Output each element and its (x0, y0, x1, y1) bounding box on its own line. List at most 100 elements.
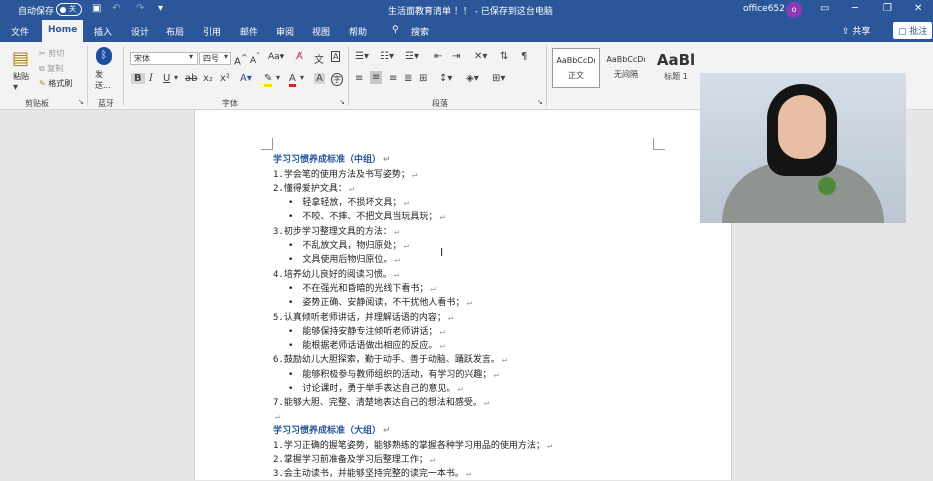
highlight-color-icon[interactable]: ✎ (264, 73, 273, 87)
paragraph-line[interactable]: 2.掌握学习前准备及学习后整理工作； ↵ (273, 453, 435, 467)
bullet-item[interactable]: 轻拿轻放，不损坏文具；↵ (288, 196, 408, 210)
bullet-item[interactable]: 能够积极参与教师组织的活动，有学习的兴趣；↵ (288, 368, 498, 382)
increase-indent-icon[interactable]: ⇥ (452, 51, 460, 62)
character-border-icon[interactable]: A (331, 51, 341, 62)
tab-file[interactable]: 文件 (11, 25, 29, 38)
chinese-layout-icon[interactable]: ✕▾ (474, 51, 487, 62)
borders-icon[interactable]: ⊞▾ (492, 73, 505, 84)
section-heading[interactable]: 学习习惯养成标准（大组） ↵ (273, 424, 391, 438)
align-right-icon[interactable]: ≡ (389, 73, 397, 84)
cut-button[interactable]: ✂ 剪切 (39, 48, 64, 59)
bullet-item[interactable]: 能够保持安静专注倾听老师讲话；↵ (288, 325, 444, 339)
tab-layout[interactable]: 布局 (166, 25, 184, 38)
tab-home[interactable]: Home (42, 20, 84, 42)
tab-design[interactable]: 设计 (131, 25, 149, 38)
grow-font-icon[interactable]: A^ (234, 52, 248, 67)
bullet-item[interactable]: 不乱放文具，物归原处；↵ (288, 239, 408, 253)
restore-icon[interactable]: ❐ (883, 3, 892, 14)
paragraph-line[interactable]: 3.会主动读书，并能够坚持完整的读完一本书。 ↵ (273, 467, 471, 481)
style-no-spacing[interactable]: AaBbCcDı 无间隔 (602, 48, 650, 88)
font-color-dropdown-icon[interactable]: ▾ (300, 73, 304, 82)
subscript-icon[interactable]: x₂ (203, 73, 213, 84)
bullet-item[interactable]: 能根据老师话语做出相应的反应。↵ (288, 339, 444, 353)
undo-icon[interactable]: ↶ (112, 3, 120, 14)
redo-icon[interactable]: ↷ (136, 3, 144, 14)
section-heading[interactable]: 学习习惯养成标准（中组） ↵ (273, 153, 391, 167)
italic-icon[interactable]: I (149, 73, 153, 84)
font-name-box[interactable]: 宋体 (130, 52, 198, 65)
close-icon[interactable]: ✕ (914, 3, 922, 14)
font-launcher-icon[interactable]: ↘ (339, 98, 345, 106)
character-shading-icon[interactable]: A (314, 73, 325, 84)
search-icon[interactable]: ⚲ (392, 25, 399, 35)
tell-me-search[interactable]: 搜索 (411, 25, 429, 38)
tab-mailings[interactable]: 邮件 (240, 25, 258, 38)
user-name[interactable]: office652 (743, 4, 785, 14)
paste-dropdown-icon[interactable]: ▾ (13, 82, 18, 93)
strikethrough-icon[interactable]: ab (185, 73, 197, 84)
paste-icon[interactable]: ▤ (12, 48, 29, 69)
avatar[interactable]: o (786, 2, 802, 18)
bluetooth-icon[interactable]: ᛒ (96, 47, 112, 65)
comments-button[interactable]: ▢ 批注 (893, 22, 933, 39)
phonetic-guide-icon[interactable]: 文 (314, 51, 324, 66)
ribbon-display-options-icon[interactable]: ▭ (820, 3, 829, 14)
bluetooth-send-button[interactable]: 发送... (95, 69, 115, 91)
clear-formatting-icon[interactable]: A̸ (296, 51, 303, 62)
distributed-icon[interactable]: ⊞ (419, 73, 427, 84)
change-case-icon[interactable]: Aa▾ (268, 52, 284, 62)
enclose-characters-icon[interactable]: 字 (331, 73, 343, 86)
font-name-dropdown-icon[interactable]: ▾ (189, 52, 193, 61)
bullet-item[interactable]: 讨论课时，勇于举手表达自己的意见。↵ (288, 382, 462, 396)
style-normal[interactable]: AaBbCcDı 正文 (552, 48, 600, 88)
bullet-item[interactable]: 文具使用后物归原位。↵ (288, 253, 399, 267)
paragraph-line[interactable]: ↵ (273, 410, 280, 424)
paragraph-line[interactable]: 4.培养幼儿良好的阅读习惯。 ↵ (273, 268, 399, 282)
tab-references[interactable]: 引用 (203, 25, 221, 38)
align-left-icon[interactable]: ≡ (355, 73, 363, 84)
paragraph-line[interactable]: 1.学习正确的握笔姿势，能够熟练的掌握各种学习用品的使用方法； ↵ (273, 439, 552, 453)
tab-view[interactable]: 视图 (312, 25, 330, 38)
style-heading-1[interactable]: AaBl 标题 1 (652, 48, 700, 88)
justify-icon[interactable]: ≣ (404, 73, 412, 84)
paragraph-line[interactable]: 6.鼓励幼儿大胆探索，勤于动手、善于动脑、踊跃发言。 ↵ (273, 353, 507, 367)
numbering-icon[interactable]: ☷▾ (380, 51, 394, 62)
paragraph-launcher-icon[interactable]: ↘ (537, 98, 543, 106)
paste-button[interactable]: 粘贴 (13, 71, 29, 82)
tab-insert[interactable]: 插入 (94, 25, 112, 38)
text-effects-icon[interactable]: A▾ (240, 73, 252, 84)
paragraph-line[interactable]: 2.懂得爱护文具： ↵ (273, 182, 354, 196)
underline-icon[interactable]: U (163, 73, 170, 84)
underline-dropdown-icon[interactable]: ▾ (174, 73, 178, 82)
bullet-item[interactable]: 姿势正确、安静阅读，不干扰他人看书；↵ (288, 296, 471, 310)
bullet-item[interactable]: 不在强光和昏暗的光线下看书；↵ (288, 282, 435, 296)
tab-review[interactable]: 审阅 (276, 25, 294, 38)
copy-button[interactable]: ⧉ 复制 (39, 63, 63, 74)
autosave-toggle[interactable]: 关 (56, 3, 82, 16)
share-button[interactable]: ⇪ 共享 (842, 24, 870, 37)
multilevel-list-icon[interactable]: ☲▾ (405, 51, 419, 62)
paragraph-line[interactable]: 3.初步学习整理文具的方法： ↵ (273, 225, 399, 239)
bullet-item[interactable]: 不咬、不摔、不把文具当玩具玩；↵ (288, 210, 444, 224)
shrink-font-icon[interactable]: Aˇ (250, 52, 260, 66)
format-painter-button[interactable]: ✎ 格式刷 (39, 78, 72, 89)
paragraph-line[interactable]: 1.学会笔的使用方法及书写姿势； ↵ (273, 168, 417, 182)
show-marks-icon[interactable]: ¶ (521, 51, 527, 62)
superscript-icon[interactable]: x² (220, 73, 230, 84)
clipboard-launcher-icon[interactable]: ↘ (78, 98, 84, 106)
tab-help[interactable]: 帮助 (349, 25, 367, 38)
font-size-dropdown-icon[interactable]: ▾ (224, 52, 228, 61)
line-spacing-icon[interactable]: ↕▾ (439, 73, 452, 84)
paragraph-line[interactable]: 7.能够大胆、完整、清楚地表达自己的想法和感受。 ↵ (273, 396, 489, 410)
bullets-icon[interactable]: ☰▾ (355, 51, 369, 62)
paragraph-line[interactable]: 5.认真倾听老师讲话，并理解话语的内容； ↵ (273, 311, 453, 325)
bold-icon[interactable]: B (131, 73, 145, 84)
shading-icon[interactable]: ◈▾ (466, 73, 479, 84)
font-color-icon[interactable]: A (289, 73, 296, 87)
minimize-icon[interactable]: ─ (852, 3, 858, 14)
align-center-icon[interactable]: ≡ (370, 71, 383, 84)
decrease-indent-icon[interactable]: ⇤ (434, 51, 442, 62)
highlight-dropdown-icon[interactable]: ▾ (276, 73, 280, 82)
save-icon[interactable]: ▣ (92, 3, 101, 14)
sort-icon[interactable]: ⇅ (500, 51, 508, 62)
